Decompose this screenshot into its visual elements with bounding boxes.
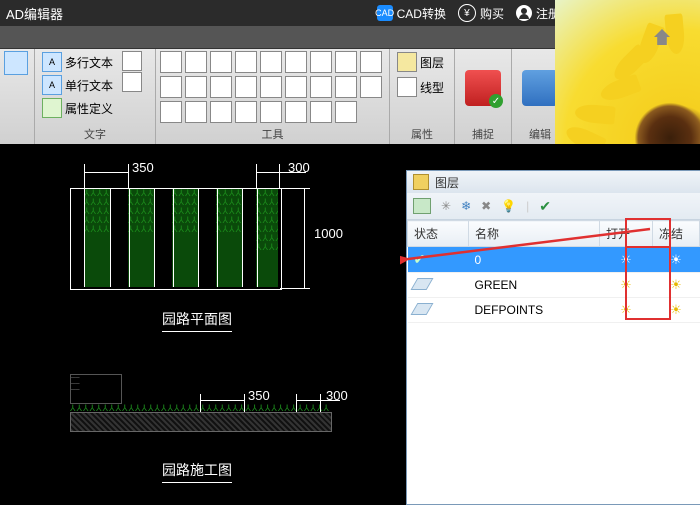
edit-icon [522,70,558,106]
dim-label: 300 [326,388,348,403]
tool-icon[interactable] [210,76,232,98]
cad-convert-button[interactable]: CAD CAD转换 [377,5,446,22]
tool-icon[interactable] [160,101,182,123]
tool-icon[interactable] [160,51,182,73]
layer-button[interactable]: 图层 [394,51,447,73]
tool-icon[interactable] [360,76,382,98]
buy-button[interactable]: ¥ 购买 [458,4,504,22]
snap-icon: ✓ [465,70,501,106]
linetype-button[interactable]: 线型 [394,76,447,98]
layer-label: 图层 [420,54,444,71]
highlight-box-header [625,218,671,248]
plan-caption: 园路平面图 [162,309,232,332]
current-layer-icon: ✔ [414,251,426,267]
tool-icon[interactable] [285,51,307,73]
register-button[interactable]: 注册 [516,5,560,22]
dim-label: 1000 [314,226,343,241]
user-icon [516,5,532,21]
col-name[interactable]: 名称 [469,221,600,247]
layer-tile-icon [410,278,433,290]
cad-icon: CAD [377,5,393,21]
dim-label: 350 [248,388,270,403]
highlight-box-bulbs [625,246,671,320]
sunflower-image [555,0,700,168]
linetype-label: 线型 [420,79,444,96]
buy-label: 购买 [480,5,504,22]
tool-icon[interactable] [335,51,357,73]
app-title: AD编辑器 [6,4,63,23]
tool-icon[interactable] [185,101,207,123]
constr-caption: 园路施工图 [162,460,232,483]
tool-icon[interactable] [335,76,357,98]
tool-icon[interactable] [235,101,257,123]
new-layer-icon[interactable] [413,198,431,214]
multiline-text-icon: A [42,52,62,72]
divider: | [526,199,529,213]
tool-icon[interactable] [310,101,332,123]
col-status[interactable]: 状态 [408,221,469,247]
tool-icon[interactable] [310,76,332,98]
snap-label: 捕捉 [459,125,507,143]
layer-panel: 图层 ✳ ❄ ✖ 💡 | ✔ 状态 名称 打开 冻结 ✔ 0 ☀ ☀ GR [406,170,700,505]
multiline-label: 多行文本 [65,54,113,71]
props-group-label: 属性 [394,125,450,143]
tool-icon[interactable] [260,76,282,98]
cross-icon[interactable]: ✖ [481,199,491,213]
tools-group-label: 工具 [160,125,385,143]
tool-icon[interactable] [310,51,332,73]
freeze-icon[interactable]: ❄ [461,199,471,213]
singleline-text-icon: A [42,75,62,95]
tool-icon[interactable] [335,101,357,123]
text-misc-icon[interactable] [122,72,142,92]
layer-tile-icon [410,303,433,315]
tool-icon[interactable] [260,51,282,73]
text-group-label: 文字 [39,125,151,143]
check-icon[interactable]: ✔ [539,198,551,215]
tool-icon[interactable] [185,51,207,73]
singleline-label: 单行文本 [65,77,113,94]
attrdef-label: 属性定义 [65,100,113,117]
dim-label: 300 [288,160,310,175]
sun-icon[interactable]: ☀ [670,302,682,317]
tool-icon[interactable] [235,76,257,98]
tool-icon[interactable] [360,51,382,73]
layer-name: DEFPOINTS [469,298,600,323]
tool-icon[interactable] [185,76,207,98]
attrdef-icon [42,98,62,118]
panel-title: 图层 [435,174,459,191]
snap-button[interactable]: ✓ [459,51,507,125]
layer-list: 状态 名称 打开 冻结 ✔ 0 ☀ ☀ GREEN ☀ ☀ DEFPOINTS … [407,220,700,323]
tool-icon[interactable] [160,76,182,98]
paste-icon[interactable] [4,51,28,75]
tool-icon[interactable] [285,101,307,123]
tool-icon[interactable] [285,76,307,98]
linetype-icon [397,77,417,97]
text-style-icon[interactable] [122,51,142,71]
yen-icon: ¥ [458,4,476,22]
bulb-icon[interactable]: 💡 [501,199,516,213]
sun-icon[interactable]: ☀ [670,252,682,267]
multiline-text-button[interactable]: A多行文本 [39,51,116,73]
tool-icon[interactable] [235,51,257,73]
tool-icon[interactable] [210,51,232,73]
tool-icon[interactable] [260,101,282,123]
panel-icon [413,174,429,190]
layer-name: GREEN [469,273,600,298]
panel-toolbar: ✳ ❄ ✖ 💡 | ✔ [407,193,700,220]
layer-icon [397,52,417,72]
cad-convert-label: CAD转换 [397,5,446,22]
star-icon[interactable]: ✳ [441,199,451,213]
panel-titlebar[interactable]: 图层 [407,171,700,193]
tool-icon[interactable] [210,101,232,123]
sun-icon[interactable]: ☀ [670,277,682,292]
singleline-text-button[interactable]: A单行文本 [39,74,116,96]
dim-label: 350 [132,160,154,175]
layer-name: 0 [469,247,600,273]
attrdef-button[interactable]: 属性定义 [39,97,116,119]
